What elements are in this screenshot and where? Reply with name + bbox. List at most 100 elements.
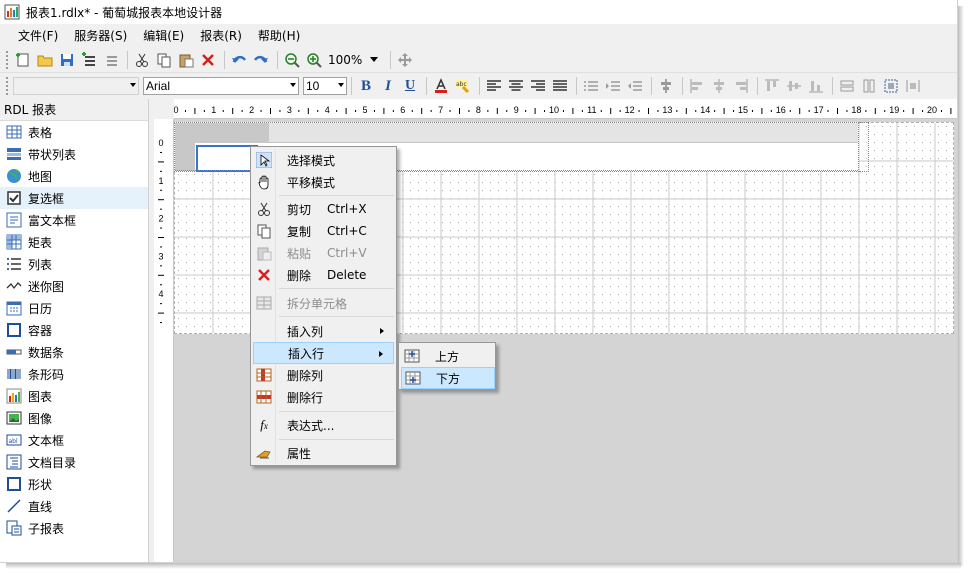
align-objects-icon[interactable]	[656, 76, 676, 96]
menu-select-mode[interactable]: 选择模式	[253, 149, 394, 171]
cut-icon[interactable]	[132, 50, 152, 70]
zoom-dropdown-arrow[interactable]	[364, 50, 384, 70]
menu-file[interactable]: 文件(F)	[10, 26, 66, 46]
menu-insert-row[interactable]: 插入行	[253, 342, 394, 364]
menu-expression[interactable]: fx 表达式...	[253, 414, 394, 436]
new-report-icon[interactable]	[13, 50, 33, 70]
tool-list[interactable]: 列表	[0, 253, 148, 275]
menu-edit[interactable]: 编辑(E)	[135, 26, 192, 46]
menu-pan-mode[interactable]: 平移模式	[253, 171, 394, 193]
open-folder-icon[interactable]	[35, 50, 55, 70]
vertical-ruler: 0 1 2 3 4	[154, 119, 174, 562]
indent-increase-icon[interactable]	[603, 76, 623, 96]
menu-delete-column[interactable]: 删除列	[253, 364, 394, 386]
add-section-icon[interactable]	[79, 50, 99, 70]
remove-section-icon[interactable]	[101, 50, 121, 70]
menu-label: 平移模式	[287, 175, 336, 190]
delete-row-icon	[253, 387, 275, 407]
tool-line[interactable]: 直线	[0, 495, 148, 517]
tool-databar[interactable]: 数据条	[0, 341, 148, 363]
indent-decrease-icon[interactable]	[625, 76, 645, 96]
copy-icon[interactable]	[154, 50, 174, 70]
align-lefts-icon[interactable]	[687, 76, 707, 96]
selected-table-cell[interactable]	[196, 145, 258, 172]
selected-row-handle[interactable]	[175, 143, 195, 171]
pan-icon[interactable]	[395, 50, 415, 70]
submenu-arrow-icon	[380, 328, 384, 334]
same-size-icon[interactable]	[881, 76, 901, 96]
menu-cut[interactable]: 剪切 Ctrl+X	[253, 198, 394, 220]
ruler-label: 7	[438, 105, 443, 115]
paste-icon[interactable]	[176, 50, 196, 70]
tool-matrix[interactable]: 矩表	[0, 231, 148, 253]
horizontal-ruler: 01234567891011121314151617181920	[174, 99, 957, 119]
same-height-icon[interactable]	[859, 76, 879, 96]
redo-icon[interactable]	[251, 50, 271, 70]
font-color-icon[interactable]	[431, 76, 451, 96]
zoom-level[interactable]: 100%	[328, 51, 362, 69]
tool-table[interactable]: 表格	[0, 121, 148, 143]
toolbar-grip[interactable]	[6, 50, 9, 69]
ruler-label: 9	[514, 105, 519, 115]
font-family-combo[interactable]: Arial	[143, 77, 299, 95]
window-shadow	[958, 6, 964, 566]
bullet-list-icon[interactable]	[581, 76, 601, 96]
align-bottoms-icon[interactable]	[806, 76, 826, 96]
tool-subreport[interactable]: 子报表	[0, 517, 148, 539]
tool-rich-text[interactable]: 富文本框	[0, 209, 148, 231]
table-column-handles[interactable]	[175, 123, 858, 143]
menu-insert-row-above[interactable]: 上方	[401, 345, 495, 367]
align-tops-icon[interactable]	[762, 76, 782, 96]
menu-properties[interactable]: 属性	[253, 442, 394, 464]
align-centers-icon[interactable]	[709, 76, 729, 96]
tool-calendar[interactable]: 日历	[0, 297, 148, 319]
selected-column-handle[interactable]	[175, 123, 269, 143]
align-middles-icon[interactable]	[784, 76, 804, 96]
tool-image[interactable]: 图像	[0, 407, 148, 429]
tool-container[interactable]: 容器	[0, 319, 148, 341]
ruler-label: 2	[158, 214, 163, 224]
tool-label: 富文本框	[28, 213, 77, 228]
zoom-in-icon[interactable]	[304, 50, 324, 70]
menu-help[interactable]: 帮助(H)	[250, 26, 308, 46]
toolbar-grip[interactable]	[6, 77, 9, 95]
tool-banded-list[interactable]: 带状列表	[0, 143, 148, 165]
same-width-icon[interactable]	[837, 76, 857, 96]
tool-shape[interactable]: 形状	[0, 473, 148, 495]
tool-chart[interactable]: 图表	[0, 385, 148, 407]
tool-textbox[interactable]: abl 文本框	[0, 429, 148, 451]
tool-sparkline[interactable]: 迷你图	[0, 275, 148, 297]
save-icon[interactable]	[57, 50, 77, 70]
align-rights-icon[interactable]	[731, 76, 751, 96]
highlight-color-icon[interactable]: abc	[453, 76, 473, 96]
underline-icon[interactable]: U	[400, 76, 420, 96]
menu-copy[interactable]: 复制 Ctrl+C	[253, 220, 394, 242]
menu-label: 插入行	[288, 346, 325, 361]
align-center-icon[interactable]	[506, 76, 526, 96]
spacing-icon[interactable]	[903, 76, 923, 96]
font-size-value: 10	[306, 79, 320, 93]
font-size-combo[interactable]: 10	[303, 77, 347, 95]
zoom-out-icon[interactable]	[282, 50, 302, 70]
align-right-icon[interactable]	[528, 76, 548, 96]
menu-delete-row[interactable]: 删除行	[253, 386, 394, 408]
menu-server[interactable]: 服务器(S)	[66, 26, 135, 46]
menu-insert-column[interactable]: 插入列	[253, 320, 394, 342]
ruler-label: 1	[158, 176, 163, 186]
menu-report[interactable]: 报表(R)	[192, 26, 250, 46]
menu-delete[interactable]: 删除 Delete	[253, 264, 394, 286]
tool-barcode[interactable]: 条形码	[0, 363, 148, 385]
undo-icon[interactable]	[229, 50, 249, 70]
italic-icon[interactable]: I	[378, 76, 398, 96]
delete-icon[interactable]	[198, 50, 218, 70]
bold-icon[interactable]: B	[356, 76, 376, 96]
menu-label: 拆分单元格	[287, 296, 348, 311]
align-justify-icon[interactable]	[550, 76, 570, 96]
tool-map[interactable]: 地图	[0, 165, 148, 187]
rich-text-icon	[6, 212, 22, 228]
style-combo[interactable]	[13, 77, 139, 95]
tool-toc[interactable]: 文档目录	[0, 451, 148, 473]
tool-checkbox[interactable]: 复选框	[0, 187, 148, 209]
align-left-icon[interactable]	[484, 76, 504, 96]
menu-insert-row-below[interactable]: 下方	[401, 367, 495, 389]
